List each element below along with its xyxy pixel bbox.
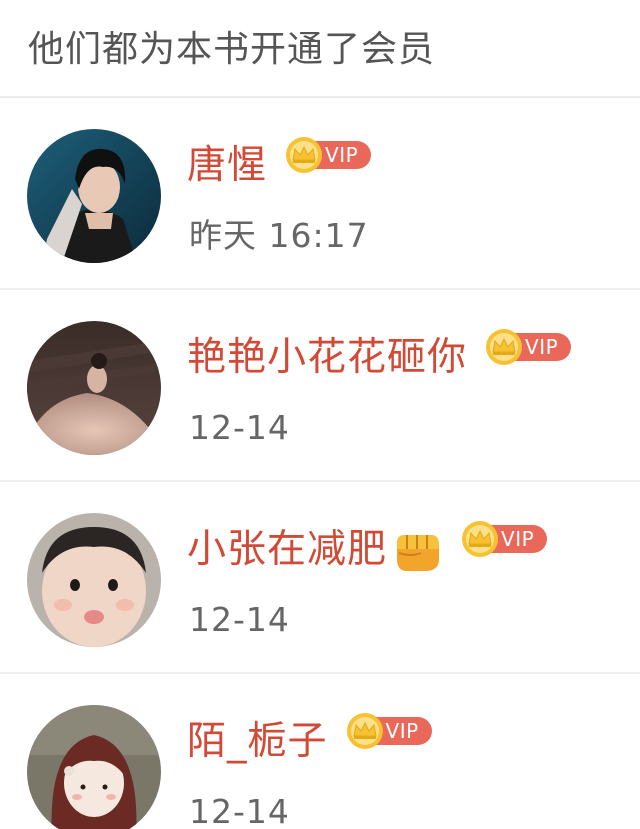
list-item[interactable]: 唐惺 VIP 昨天 16:17	[0, 98, 640, 290]
member-name-line: 唐惺 VIP	[187, 137, 373, 192]
page-header: 他们都为本书开通了会员	[0, 0, 640, 98]
vip-badge-label: VIP	[385, 719, 419, 743]
avatar[interactable]	[27, 705, 161, 829]
vip-badge-label: VIP	[501, 527, 535, 551]
member-time: 12-14	[189, 792, 290, 829]
page-title: 他们都为本书开通了会员	[28, 29, 436, 70]
member-name[interactable]: 唐惺	[187, 140, 267, 192]
avatar[interactable]	[27, 129, 161, 263]
crown-icon	[286, 137, 323, 173]
member-time: 12-14	[189, 600, 290, 639]
member-name-line: 小张在减肥 VIP	[187, 521, 549, 576]
vip-badge-label: VIP	[525, 335, 559, 359]
vip-badge: VIP	[485, 328, 573, 366]
crown-icon	[462, 521, 499, 557]
member-time: 昨天 16:17	[189, 216, 369, 255]
crown-icon	[346, 713, 383, 749]
member-name[interactable]: 艳艳小花花砸你	[187, 332, 467, 384]
member-name-line: 陌_栀子 VIP	[187, 713, 434, 768]
list-item[interactable]: 陌_栀子 VIP 12-14	[0, 674, 640, 829]
avatar-cartoon-girl-icon	[27, 705, 161, 829]
avatar[interactable]	[27, 321, 161, 455]
member-time: 12-14	[189, 408, 290, 447]
vip-badge-label: VIP	[325, 143, 359, 167]
vip-badge: VIP	[461, 520, 549, 558]
crown-icon	[486, 329, 523, 365]
list-item[interactable]: 小张在减肥 VIP 12-14	[0, 482, 640, 674]
vip-badge: VIP	[346, 712, 434, 750]
list-item[interactable]: 艳艳小花花砸你 VIP 12-14	[0, 290, 640, 482]
fist-emoji-icon	[397, 535, 440, 571]
avatar-man-dark-icon	[27, 129, 161, 263]
member-name[interactable]: 小张在减肥	[187, 524, 387, 576]
avatar[interactable]	[27, 513, 161, 647]
member-name-line: 艳艳小花花砸你 VIP	[187, 329, 573, 384]
avatar-woman-gown-icon	[27, 321, 161, 455]
member-name[interactable]: 陌_栀子	[187, 716, 328, 768]
avatar-baby-icon	[27, 513, 161, 647]
member-list: 唐惺 VIP 昨天 16:17 艳艳小花花砸你 VIP 12-14 小张在减肥 …	[0, 98, 640, 829]
vip-badge: VIP	[285, 136, 373, 174]
